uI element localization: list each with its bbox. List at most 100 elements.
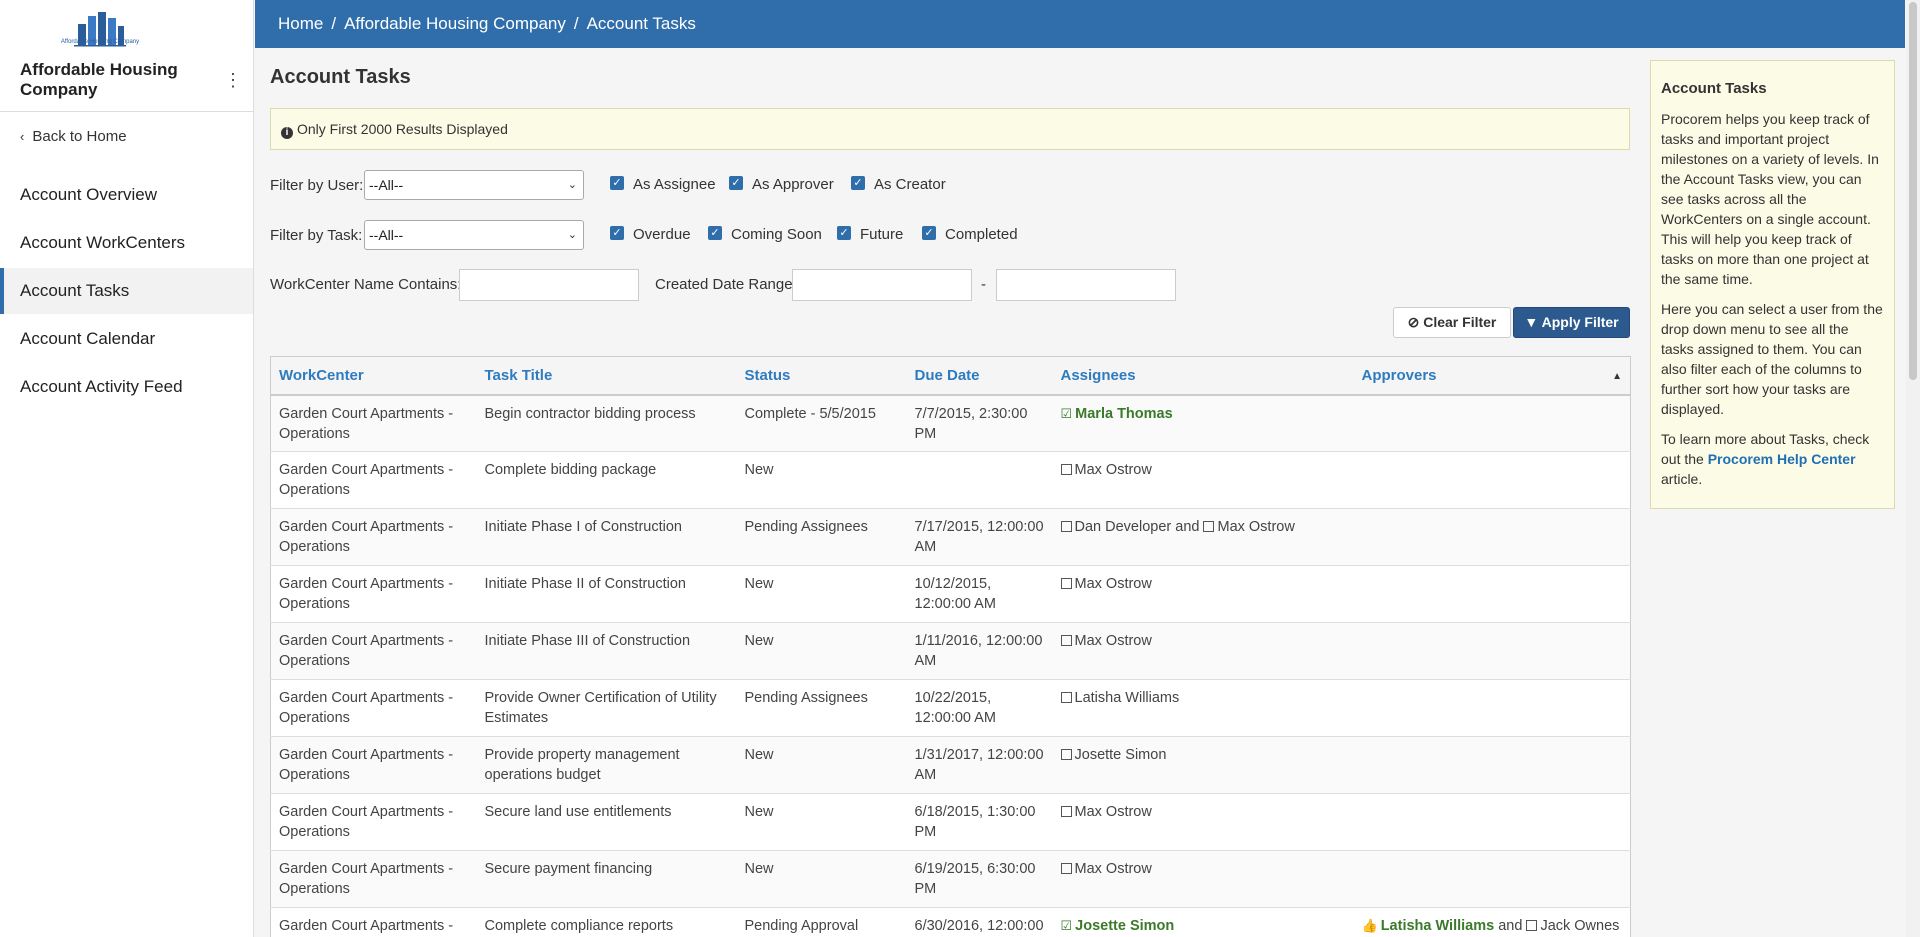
task-title-cell[interactable]: Secure land use entitlements [476,793,737,851]
as-approver-checkbox[interactable]: ✓ [729,176,743,190]
workcenter-cell: Garden Court Apartments - Operations [270,622,477,680]
status-cell: New [736,451,907,509]
task-title-cell[interactable]: Initiate Phase III of Construction [476,622,737,680]
page-title: Account Tasks [270,66,411,88]
column-header-approvers[interactable]: Approvers ▲ [1353,356,1631,396]
assignee-name: Marla Thomas [1075,405,1173,422]
assignee-name: Max Ostrow [1217,519,1295,535]
task-title-cell[interactable]: Secure payment financing [476,850,737,908]
breadcrumb-home[interactable]: Home [278,14,323,33]
table-row[interactable]: Garden Court Apartments - Operations Init… [270,565,1631,623]
assignees-cell: Dan Developer and Max Ostrow [1052,508,1354,566]
as-creator-checkbox[interactable]: ✓ [851,176,865,190]
table-row[interactable]: Garden Court Apartments - Operations Prov… [270,679,1631,737]
procorem-help-center-link[interactable]: Procorem Help Center [1708,451,1856,467]
approver-name: Jack Ownes [1540,918,1620,934]
table-row[interactable]: Garden Court Apartments - Operations Prov… [270,736,1631,794]
task-title-cell[interactable]: Begin contractor bidding process [476,394,737,452]
assignee-name: Dan Developer [1074,519,1172,535]
column-header-due-date[interactable]: Due Date [906,356,1053,396]
column-header-assignees[interactable]: Assignees [1052,356,1354,396]
table-row[interactable]: Garden Court Apartments - Operations Begi… [270,394,1631,452]
task-title-cell[interactable]: Initiate Phase II of Construction [476,565,737,623]
approvers-cell [1353,679,1631,737]
empty-square-icon [1060,635,1072,646]
sidebar-item-account-calendar[interactable]: Account Calendar [0,316,253,362]
task-title-cell[interactable]: Provide property management operations b… [476,736,737,794]
apply-filter-button[interactable]: ▼ Apply Filter [1513,307,1630,338]
back-to-home-label: Back to Home [32,128,127,145]
due-date-cell: 7/7/2015, 2:30:00 PM [906,394,1053,452]
assignees-cell: Josette Simon [1052,736,1354,794]
filter-task-select[interactable]: --All-- ⌄ [364,220,584,250]
workcenter-cell: Garden Court Apartments - Operations [270,394,477,452]
overdue-checkbox[interactable]: ✓ [610,226,624,240]
completed-checkbox[interactable]: ✓ [922,226,936,240]
as-assignee-label: As Assignee [633,176,716,193]
coming-soon-label: Coming Soon [731,226,822,243]
workcenter-cell: Garden Court Apartments - Operations [270,907,477,937]
column-header-task-title[interactable]: Task Title [476,356,737,396]
table-row[interactable]: Garden Court Apartments - OperationsComp… [270,907,1631,937]
back-to-home-link[interactable]: ‹ Back to Home [20,128,127,145]
chevron-down-icon: ⌄ [567,229,577,241]
table-row[interactable]: Garden Court Apartments - OperationsComp… [270,451,1631,509]
as-assignee-checkbox[interactable]: ✓ [610,176,624,190]
approvers-cell [1353,451,1631,509]
sidebar-item-account-workcenters[interactable]: Account WorkCenters [0,220,253,266]
table-body: Garden Court Apartments - Operations Begi… [270,394,1631,937]
workcenter-cell: Garden Court Apartments - Operations [270,451,477,509]
sidebar: Affordable Housing Company Affordable Ho… [0,0,254,937]
table-row[interactable]: Garden Court Apartments - Operations Secu… [270,793,1631,851]
column-header-workcenter[interactable]: WorkCenter [270,356,477,396]
sidebar-item-account-tasks[interactable]: Account Tasks [0,268,253,314]
filter-user-select[interactable]: --All-- ⌄ [364,170,584,200]
help-paragraph-3-end: article. [1661,471,1703,487]
table-header-row: WorkCenter Task Title Status Due Date As… [270,356,1631,396]
empty-square-icon [1060,464,1072,475]
approvers-cell: 👍 Latisha Williams and Jack Ownes [1353,907,1631,937]
assignees-cell: Max Ostrow [1052,850,1354,908]
breadcrumb: Home / Affordable Housing Company / Account … [255,0,1905,48]
assignee-name: Josette Simon [1074,747,1167,763]
status-cell: Pending Assignees [736,508,907,566]
clear-filter-button[interactable]: ⊘ Clear Filter [1393,307,1511,338]
created-date-start-input[interactable] [792,269,972,301]
task-title-cell[interactable]: Complete compliance reports [476,907,737,937]
workcenter-cell: Garden Court Apartments - Operations [270,736,477,794]
assignees-cell: ☑ Marla Thomas [1052,394,1354,452]
assignees-cell: ☑ Josette Simon [1052,907,1354,937]
assignees-cell: Max Ostrow [1052,622,1354,680]
help-paragraph-3: To learn more about Tasks, check out the… [1661,429,1884,489]
empty-square-icon [1203,521,1215,532]
column-header-status[interactable]: Status [736,356,907,396]
sidebar-item-account-activity-feed[interactable]: Account Activity Feed [0,364,253,410]
created-date-end-input[interactable] [996,269,1176,301]
scrollbar-thumb[interactable] [1909,2,1917,380]
coming-soon-checkbox[interactable]: ✓ [708,226,722,240]
assignee-name: Latisha Williams [1074,690,1180,706]
as-approver-label: As Approver [752,176,834,193]
breadcrumb-company[interactable]: Affordable Housing Company [344,14,566,33]
table-row[interactable]: Garden Court Apartments - Operations Init… [270,508,1631,566]
future-checkbox[interactable]: ✓ [837,226,851,240]
completed-label: Completed [945,226,1018,243]
filter-icon: ▼ [1524,314,1539,330]
sort-up-icon[interactable]: ▲ [1612,371,1622,382]
table-row[interactable]: Garden Court Apartments - Operations Secu… [270,850,1631,908]
kebab-menu-icon[interactable]: ⋮ [224,70,242,90]
table-row[interactable]: Garden Court Apartments - Operations Init… [270,622,1631,680]
due-date-cell: 10/22/2015, 12:00:00 AM [906,679,1053,737]
approvers-cell [1353,793,1631,851]
workcenter-name-input[interactable] [459,269,639,301]
page-scrollbar[interactable] [1906,0,1920,937]
sidebar-item-account-overview[interactable]: Account Overview [0,172,253,218]
task-title-cell[interactable]: Provide Owner Certification of Utility E… [476,679,737,737]
task-title-cell[interactable]: Complete bidding package [476,451,737,509]
due-date-cell: 1/11/2016, 12:00:00 AM [906,622,1053,680]
filter-user-label: Filter by User: [270,177,364,194]
assignee-name: Max Ostrow [1074,462,1152,478]
building-logo-icon[interactable] [70,10,130,54]
task-title-cell[interactable]: Initiate Phase I of Construction [476,508,737,566]
filter-user-value: --All-- [369,177,404,193]
